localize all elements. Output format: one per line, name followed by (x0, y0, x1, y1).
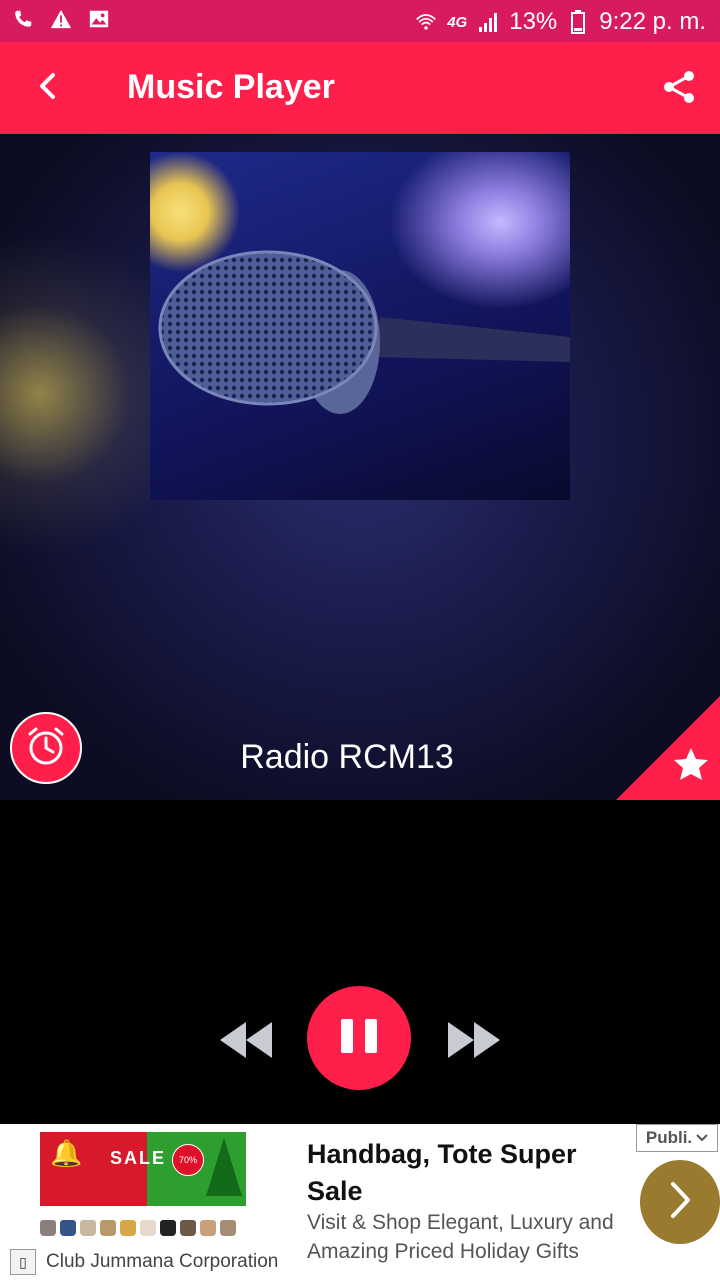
station-name: Radio RCM13 (240, 738, 454, 776)
handbag-icon (100, 1220, 116, 1236)
christmas-tree-icon (206, 1138, 242, 1196)
wifi-icon (415, 11, 437, 33)
now-playing-area: Radio RCM13 (0, 134, 720, 800)
handbag-icon (180, 1220, 196, 1236)
ad-discount-badge: 70% (172, 1144, 204, 1176)
clock-time: 9:22 p. m. (599, 8, 706, 35)
phone-icon (12, 8, 34, 30)
ad-open-button[interactable] (640, 1160, 720, 1244)
advertiser-logo-icon: ▯ (10, 1249, 36, 1275)
handbag-icon (140, 1220, 156, 1236)
advertiser-name: Club Jummana Corporation (46, 1251, 279, 1272)
page-title: Music Player (127, 68, 335, 106)
ad-sale-text: SALE (110, 1148, 167, 1168)
ad-product-row (40, 1210, 246, 1236)
chevron-down-icon (696, 1128, 708, 1148)
fast-forward-button[interactable] (446, 1020, 502, 1060)
handbag-icon (120, 1220, 136, 1236)
warning-icon (50, 8, 72, 30)
playback-controls (0, 984, 720, 1094)
handbag-icon (220, 1220, 236, 1236)
handbag-icon (160, 1220, 176, 1236)
ad-label-badge[interactable]: Publi. (636, 1124, 718, 1152)
share-icon (661, 69, 697, 110)
back-button[interactable] (24, 64, 72, 112)
bell-icon: 🔔 (50, 1138, 83, 1168)
handbag-icon (80, 1220, 96, 1236)
rewind-icon (218, 1022, 274, 1064)
ad-description: Visit & Shop Elegant, Luxury and Amazing… (307, 1211, 614, 1263)
handbag-icon (60, 1220, 76, 1236)
ad-headline[interactable]: Handbag, Tote Super Sale (307, 1136, 607, 1210)
ad-banner[interactable]: 🔔 SALE 70% ▯ Club Jummana Corporation Ha… (0, 1124, 720, 1280)
rewind-button[interactable] (218, 1020, 274, 1060)
ad-image: 🔔 SALE 70% (40, 1132, 246, 1206)
favorite-button[interactable] (616, 696, 720, 800)
chevron-left-icon (36, 72, 60, 105)
signal-icon (477, 11, 499, 33)
app-toolbar: Music Player (0, 42, 720, 134)
fast-forward-icon (446, 1022, 502, 1064)
battery-percent: 13% (509, 8, 558, 35)
handbag-icon (200, 1220, 216, 1236)
battery-icon (567, 10, 589, 34)
handbag-icon (40, 1220, 56, 1236)
album-artwork (150, 152, 570, 500)
chevron-right-icon (666, 1180, 694, 1225)
status-bar: 4G 13% 9:22 p. m. (0, 0, 720, 42)
network-type: 4G (447, 13, 468, 31)
advertiser[interactable]: ▯ Club Jummana Corporation (10, 1249, 278, 1275)
ad-badge-text: Publi. (645, 1128, 693, 1147)
image-icon (88, 8, 110, 30)
pause-icon (337, 1016, 381, 1061)
share-button[interactable] (656, 66, 702, 112)
pause-button[interactable] (307, 986, 411, 1090)
